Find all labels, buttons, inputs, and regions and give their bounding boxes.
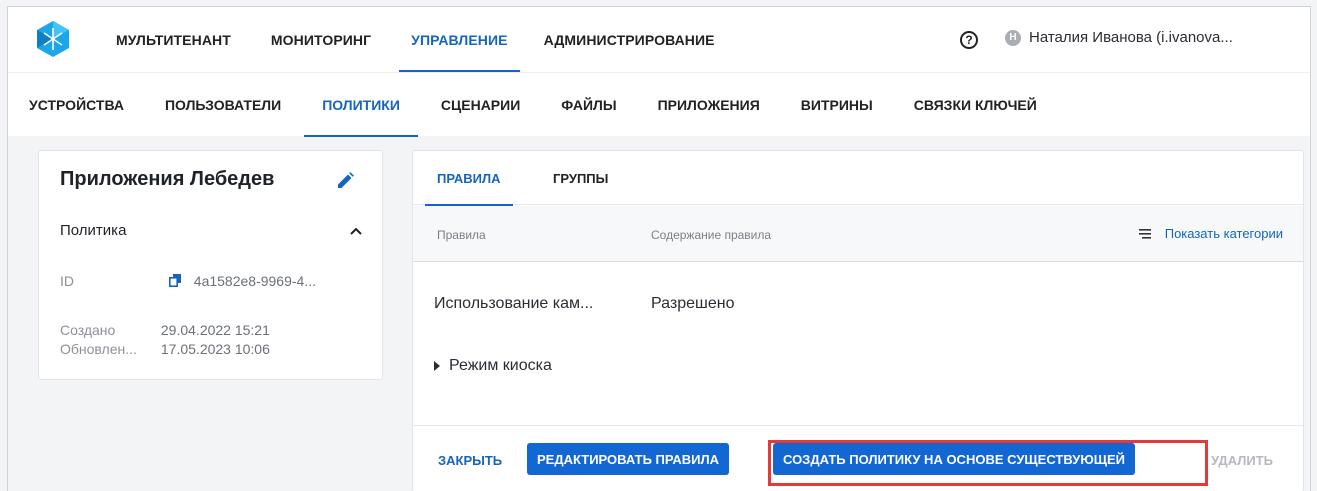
kiosk-group-label: Режим киоска [449, 357, 552, 374]
updated-value: 17.05.2023 10:06 [160, 341, 270, 357]
id-value: 4a1582e8-9969-4... [193, 273, 316, 289]
help-icon[interactable]: ? [960, 31, 978, 49]
top-nav-monitoring[interactable]: МОНИТОРИНГ [271, 7, 371, 72]
top-nav-administration[interactable]: АДМИНИСТРИРОВАНИЕ [544, 7, 715, 72]
list-icon [1138, 228, 1151, 239]
user-menu[interactable]: Н Наталия Иванова (i.ivanova... [1005, 29, 1233, 46]
tab-showcases[interactable]: ВИТРИНЫ [801, 73, 873, 137]
tab-devices[interactable]: УСТРОЙСТВА [29, 73, 124, 137]
created-value: 29.04.2022 15:21 [160, 322, 270, 338]
copy-icon[interactable] [168, 274, 181, 287]
rule-content: Разрешено [651, 295, 735, 312]
id-label: ID [60, 273, 74, 289]
user-name: Наталия Иванова (i.ivanova... [1029, 29, 1233, 46]
chevron-up-icon[interactable] [349, 226, 363, 236]
edit-rules-button[interactable]: РЕДАКТИРОВАТЬ ПРАВИЛА [527, 443, 730, 475]
tab-groups[interactable]: ГРУППЫ [553, 151, 608, 205]
section-nav: УСТРОЙСТВА ПОЛЬЗОВАТЕЛИ ПОЛИТИКИ СЦЕНАРИ… [29, 73, 1078, 137]
created-label: Создано [60, 322, 116, 338]
top-nav-management[interactable]: УПРАВЛЕНИЕ [399, 7, 521, 72]
section-policy: Политика [60, 222, 127, 239]
rule-name: Использование кам... [434, 295, 594, 312]
top-nav: МУЛЬТИТЕНАНТ МОНИТОРИНГ УПРАВЛЕНИЕ АДМИН… [116, 7, 755, 72]
tab-applications[interactable]: ПРИЛОЖЕНИЯ [658, 73, 760, 137]
panel-tabs: ПРАВИЛА ГРУППЫ [413, 151, 1303, 206]
policy-info-card: Приложения Лебедев Политика ID 4a1582e8-… [38, 150, 383, 380]
id-row: ID 4a1582e8-9969-4... [60, 273, 316, 289]
tab-policies[interactable]: ПОЛИТИКИ [304, 73, 418, 137]
close-button[interactable]: ЗАКРЫТЬ [438, 453, 502, 468]
updated-row: Обновлен... 17.05.2023 10:06 [60, 341, 270, 357]
app-window: МУЛЬТИТЕНАНТ МОНИТОРИНГ УПРАВЛЕНИЕ АДМИН… [7, 6, 1311, 491]
rules-table-header: Правила Содержание правила Показать кате… [413, 206, 1303, 262]
top-bar: МУЛЬТИТЕНАНТ МОНИТОРИНГ УПРАВЛЕНИЕ АДМИН… [8, 7, 1310, 72]
tab-rules[interactable]: ПРАВИЛА [425, 151, 512, 206]
show-categories-label: Показать категории [1164, 226, 1283, 241]
avatar: Н [1005, 29, 1021, 46]
app-logo-icon[interactable] [36, 20, 70, 58]
tab-users[interactable]: ПОЛЬЗОВАТЕЛИ [165, 73, 281, 137]
column-rules: Правила [437, 228, 486, 242]
kiosk-group-toggle[interactable]: Режим киоска [434, 357, 552, 375]
updated-label: Обновлен... [60, 341, 137, 357]
tab-files[interactable]: ФАЙЛЫ [561, 73, 616, 137]
tab-scenarios[interactable]: СЦЕНАРИИ [441, 73, 520, 137]
show-categories-button[interactable]: Показать категории [1138, 226, 1283, 241]
policy-title: Приложения Лебедев [60, 168, 275, 190]
section-nav-bar: УСТРОЙСТВА ПОЛЬЗОВАТЕЛИ ПОЛИТИКИ СЦЕНАРИ… [8, 72, 1310, 137]
triangle-right-icon [434, 361, 440, 371]
created-row: Создано 29.04.2022 15:21 [60, 322, 270, 338]
highlight-frame [768, 440, 1208, 486]
delete-button[interactable]: УДАЛИТЬ [1211, 453, 1273, 468]
pencil-icon[interactable] [335, 171, 355, 191]
column-content: Содержание правила [651, 228, 772, 242]
top-nav-multitenant[interactable]: МУЛЬТИТЕНАНТ [116, 7, 231, 72]
tab-keychains[interactable]: СВЯЗКИ КЛЮЧЕЙ [914, 73, 1037, 137]
